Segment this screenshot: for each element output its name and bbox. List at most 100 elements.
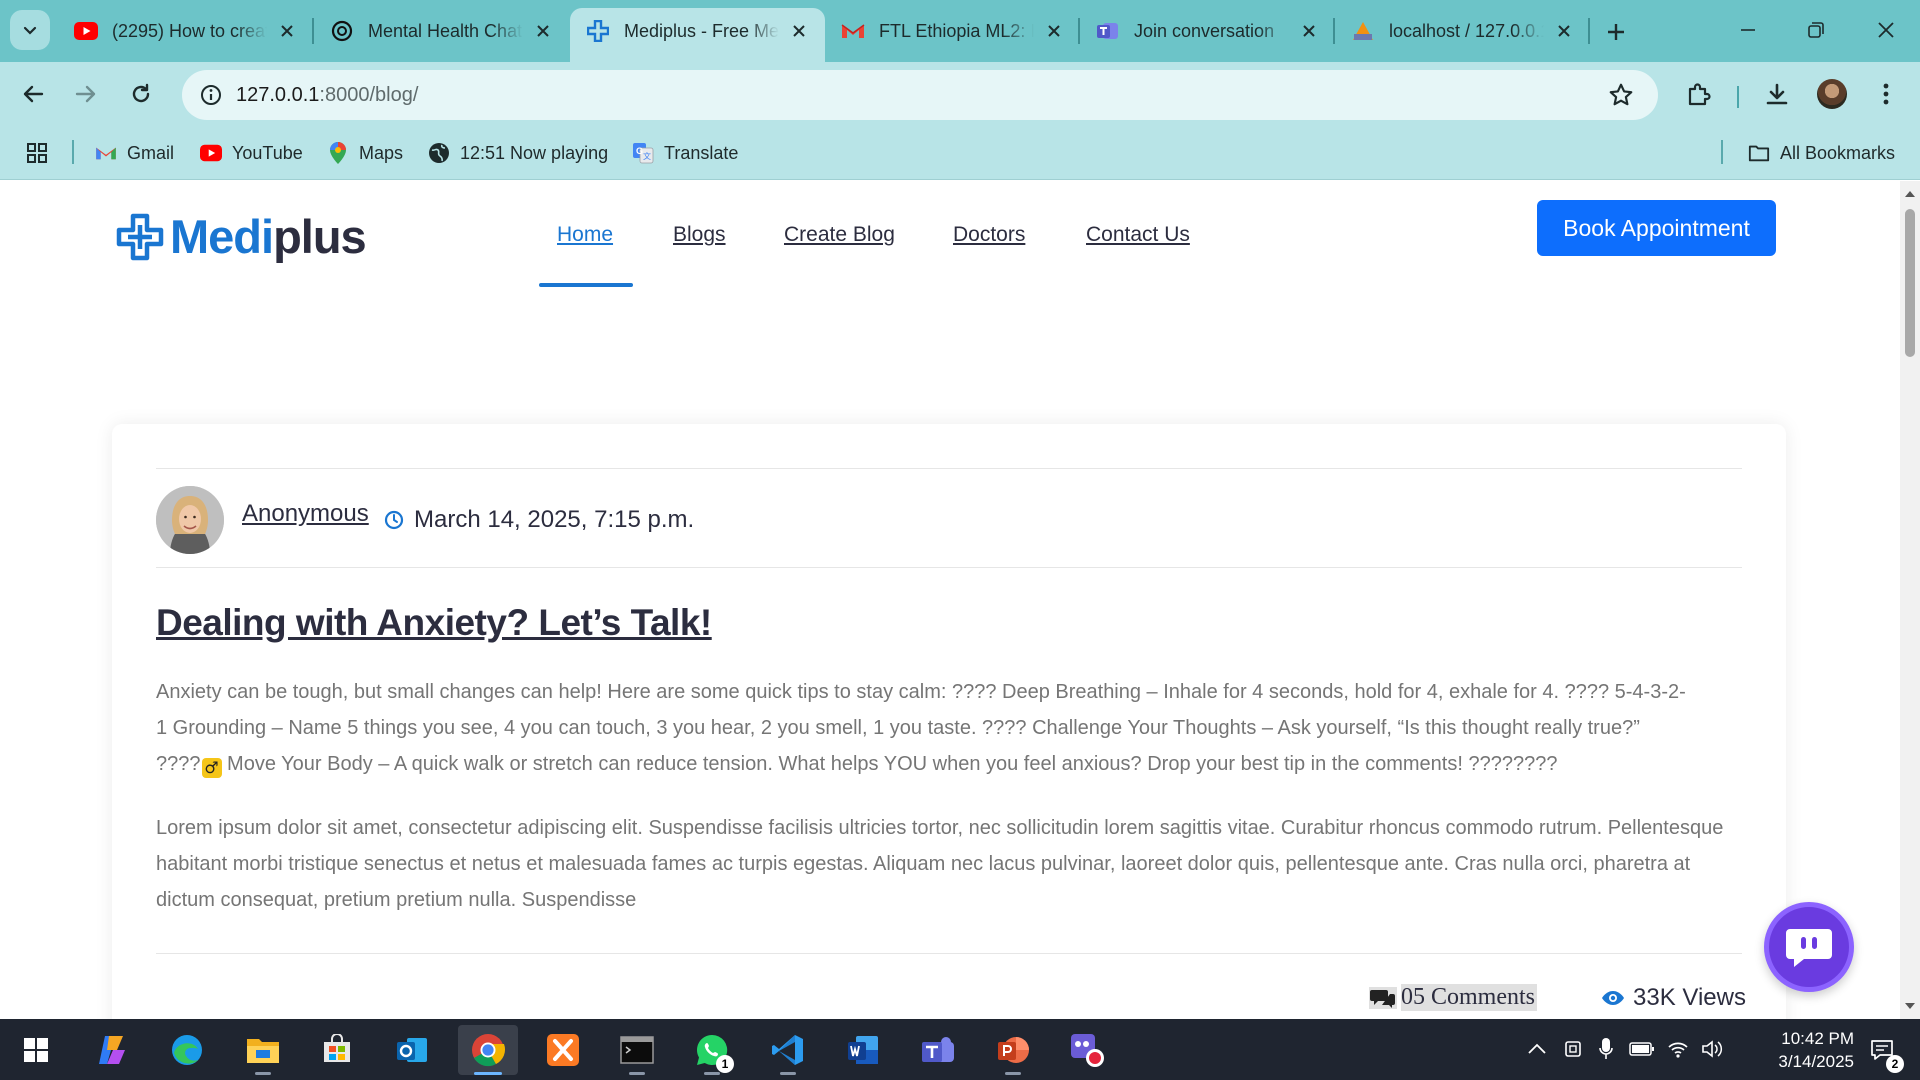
bookmarks-bar: Gmail YouTube Maps 12:51 Now playing G文 … [0, 126, 1920, 180]
nav-active-indicator [539, 283, 633, 287]
url-text: 127.0.0.1:8000/blog/ [236, 84, 418, 107]
profile-button[interactable] [1812, 74, 1852, 114]
eye-icon [1602, 991, 1624, 1005]
close-tab-icon[interactable] [1297, 19, 1321, 43]
browser-tab[interactable]: Join conversation [1080, 8, 1335, 54]
microphone-icon[interactable] [1599, 1037, 1613, 1061]
volume-icon[interactable] [1701, 1039, 1723, 1059]
nav-doctors[interactable]: Doctors [953, 223, 1025, 247]
site-info-icon[interactable] [186, 70, 236, 120]
start-button[interactable] [6, 1025, 66, 1075]
post-date-text: March 14, 2025, 7:15 p.m. [414, 506, 695, 533]
taskbar-vscode[interactable] [758, 1025, 818, 1075]
battery-icon[interactable] [1629, 1041, 1655, 1057]
taskbar-edge[interactable] [157, 1025, 217, 1075]
bookmark-now-playing[interactable]: 12:51 Now playing [428, 138, 608, 168]
book-appointment-button[interactable]: Book Appointment [1537, 200, 1776, 256]
taskbar-teams[interactable] [908, 1025, 968, 1075]
close-tab-icon[interactable] [787, 19, 811, 43]
arrow-right-icon [75, 85, 96, 103]
taskbar-file-explorer[interactable] [233, 1025, 293, 1075]
author-name[interactable]: Anonymous [242, 500, 369, 528]
notification-badge: 1 [716, 1055, 734, 1073]
taskbar-snipping-tool[interactable] [1057, 1025, 1117, 1075]
browser-toolbar: 127.0.0.1:8000/blog/ [0, 62, 1920, 126]
post-body-line: ???? ♂ Move Your Body – A quick walk or s… [156, 746, 1746, 782]
blog-post-card: Anonymous March 14, 2025, 7:15 p.m. Deal… [112, 424, 1786, 1019]
taskbar-copilot[interactable] [82, 1025, 142, 1075]
close-tab-icon[interactable] [275, 19, 299, 43]
url-path: :8000/blog/ [319, 83, 419, 106]
close-window-button[interactable] [1866, 12, 1906, 48]
bookmark-gmail[interactable]: Gmail [95, 138, 174, 168]
browser-tab[interactable]: FTL Ethiopia ML2: Inbox [825, 8, 1080, 54]
close-tab-icon[interactable] [1552, 19, 1576, 43]
bookmark-maps[interactable]: Maps [327, 138, 403, 168]
minimize-button[interactable] [1728, 12, 1768, 48]
taskbar-xampp[interactable] [533, 1025, 593, 1075]
menu-button[interactable] [1866, 74, 1906, 114]
site-logo[interactable]: Mediplus [116, 209, 367, 264]
chatbot-launcher-button[interactable] [1764, 902, 1854, 992]
back-button[interactable] [13, 74, 53, 114]
scroll-thumb[interactable] [1905, 209, 1915, 357]
post-title[interactable]: Dealing with Anxiety? Let’s Talk! [156, 602, 712, 644]
bookmark-star-icon[interactable] [1608, 82, 1634, 108]
youtube-icon [200, 142, 222, 164]
forward-button[interactable] [66, 74, 106, 114]
downloads-button[interactable] [1757, 74, 1797, 114]
all-bookmarks-button[interactable]: All Bookmarks [1748, 138, 1895, 168]
close-icon [1878, 22, 1894, 38]
outlook-icon [397, 1038, 427, 1062]
wifi-icon[interactable] [1667, 1039, 1689, 1059]
taskbar-word[interactable] [833, 1025, 893, 1075]
taskbar-powerpoint[interactable] [983, 1025, 1043, 1075]
nav-create-blog[interactable]: Create Blog [784, 223, 895, 247]
teams-icon [1096, 19, 1120, 43]
taskbar-chrome[interactable] [458, 1025, 518, 1075]
new-tab-button[interactable] [1598, 14, 1634, 50]
browser-tab-active[interactable]: Mediplus - Free Medical [570, 8, 825, 62]
notifications-button[interactable]: 2 [1860, 1025, 1904, 1075]
tab-search-button[interactable] [10, 10, 50, 50]
taskbar-store[interactable] [307, 1025, 367, 1075]
plus-icon [1608, 24, 1624, 40]
running-indicator [704, 1072, 720, 1075]
device-icon[interactable] [1563, 1038, 1583, 1060]
reload-button[interactable] [121, 74, 161, 114]
bookmark-youtube[interactable]: YouTube [200, 138, 303, 168]
nav-blogs[interactable]: Blogs [673, 223, 726, 247]
address-bar[interactable]: 127.0.0.1:8000/blog/ [182, 70, 1658, 120]
browser-tab[interactable]: localhost / 127.0.0.1 [1335, 8, 1590, 54]
running-indicator [1005, 1072, 1021, 1075]
tab-title: FTL Ethiopia ML2: Inbox [879, 20, 1034, 41]
scroll-down-icon[interactable] [1904, 1001, 1916, 1011]
extensions-button[interactable] [1679, 74, 1719, 114]
restore-button[interactable] [1796, 12, 1836, 48]
apps-button[interactable] [26, 138, 48, 168]
nav-contact-us[interactable]: Contact Us [1086, 223, 1190, 247]
browser-tab[interactable]: (2295) How to create [58, 8, 313, 54]
taskbar-whatsapp[interactable]: 1 [682, 1025, 742, 1075]
comments-count[interactable]: 05 Comments [1369, 984, 1538, 1011]
taskbar-terminal[interactable] [607, 1025, 667, 1075]
clock-date: 3/14/2025 [1778, 1052, 1854, 1071]
chevron-up-icon[interactable] [1527, 1042, 1547, 1056]
bookmark-translate[interactable]: G文 Translate [632, 138, 738, 168]
teams-icon [922, 1037, 954, 1062]
close-tab-icon[interactable] [1042, 19, 1066, 43]
taskbar-outlook[interactable] [382, 1025, 442, 1075]
tab-title: Mediplus - Free Medical [624, 20, 779, 41]
page-scrollbar[interactable] [1900, 181, 1920, 1019]
browser-tab[interactable]: Mental Health Chatbot [314, 8, 569, 54]
scroll-up-icon[interactable] [1904, 189, 1916, 199]
openai-icon [330, 19, 354, 43]
folder-icon [1748, 142, 1770, 164]
taskbar-clock[interactable]: 10:42 PM 3/14/2025 [1744, 1027, 1854, 1073]
divider [156, 567, 1742, 568]
tab-strip: (2295) How to create Mental Health Chatb… [0, 0, 1920, 62]
powerpoint-icon [998, 1037, 1029, 1063]
nav-home[interactable]: Home [557, 223, 613, 247]
globe-icon [428, 142, 450, 164]
close-tab-icon[interactable] [531, 19, 555, 43]
